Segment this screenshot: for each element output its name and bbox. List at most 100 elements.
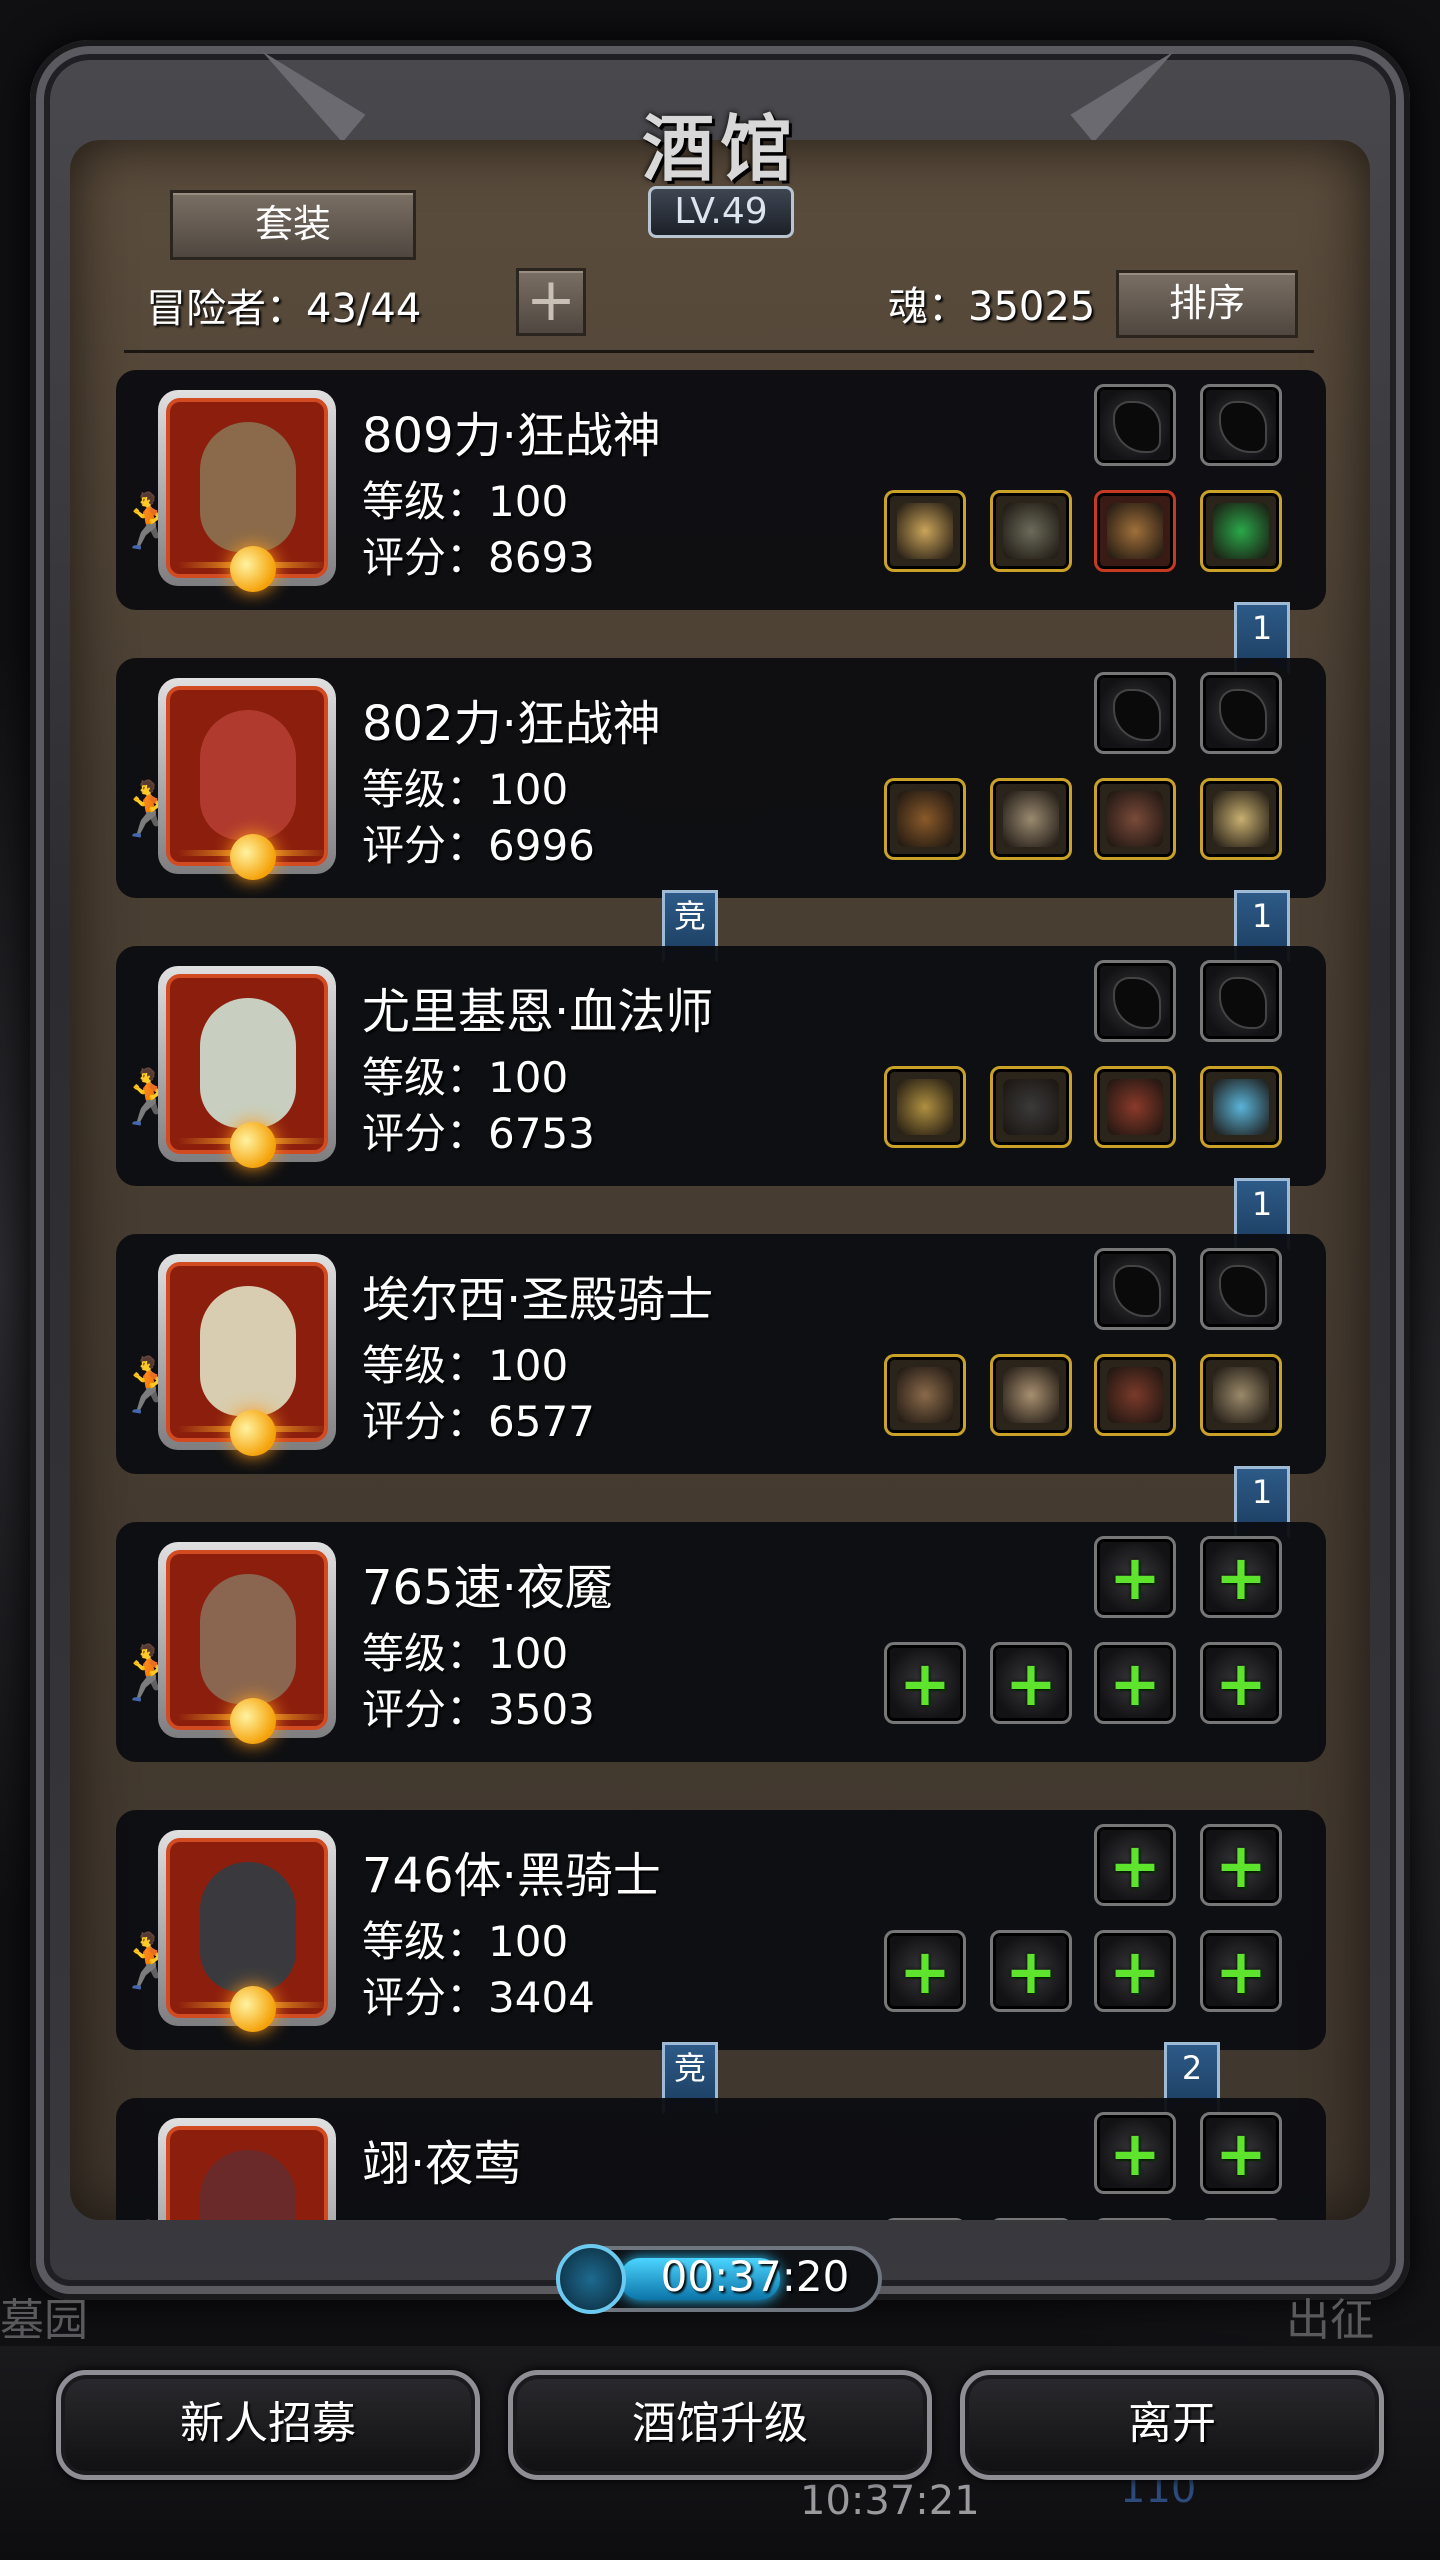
plus-icon: + — [1109, 2116, 1161, 2190]
hero-card[interactable]: 🏃 809力·狂战神 等级：100 评分：8693 — [116, 370, 1326, 610]
hero-name: 埃尔西·圣殿骑士 — [362, 1272, 714, 1328]
hero-card[interactable]: 🏃 746体·黑骑士 等级：100 评分：3404 + + + + + + — [116, 1810, 1326, 2050]
hero-score: 评分：8693 — [362, 533, 595, 582]
add-slot-button[interactable]: + — [516, 268, 586, 336]
add-equipment-slot[interactable]: + — [990, 2218, 1072, 2220]
plus-icon: + — [1109, 1540, 1161, 1614]
hero-portrait[interactable] — [158, 390, 336, 592]
add-accessory-slot[interactable]: + — [1200, 1536, 1282, 1618]
add-equipment-slot[interactable]: + — [884, 2218, 966, 2220]
equipment-slot[interactable] — [884, 778, 966, 860]
equipment-slot[interactable] — [1200, 778, 1282, 860]
equipment-icon — [1213, 791, 1269, 847]
equipment-icon — [1213, 1367, 1269, 1423]
divider — [124, 350, 1314, 353]
background-label-graveyard: 墓园 — [0, 2295, 88, 2346]
plus-icon: + — [1005, 1934, 1057, 2008]
hero-portrait[interactable] — [158, 678, 336, 880]
equipment-slot[interactable] — [1200, 1066, 1282, 1148]
recruit-button[interactable]: 新人招募 — [56, 2370, 480, 2480]
clock-icon — [556, 2244, 626, 2314]
hero-card[interactable]: 🏃 尤里基恩·血法师 等级：100 评分：6753 — [116, 946, 1326, 1186]
hero-face — [200, 1862, 296, 1992]
hero-name: 翊·夜莺 — [362, 2136, 522, 2192]
hero-name: 809力·狂战神 — [362, 408, 661, 464]
hero-level: 等级：100 — [362, 477, 569, 526]
add-accessory-slot[interactable]: + — [1200, 1824, 1282, 1906]
add-equipment-slot[interactable]: + — [884, 1930, 966, 2012]
equipment-slot[interactable] — [1200, 490, 1282, 572]
equipment-slot[interactable] — [1094, 490, 1176, 572]
hero-name: 765速·夜魇 — [362, 1560, 613, 1616]
hero-card[interactable]: 🏃 802力·狂战神 等级：100 评分：6996 — [116, 658, 1326, 898]
equipment-slot[interactable] — [990, 490, 1072, 572]
glove-icon — [1115, 979, 1159, 1027]
add-accessory-slot[interactable]: + — [1094, 1824, 1176, 1906]
equipment-slot[interactable] — [884, 1354, 966, 1436]
sort-button[interactable]: 排序 — [1116, 270, 1298, 338]
add-accessory-slot[interactable]: + — [1200, 2112, 1282, 2194]
add-equipment-slot[interactable]: + — [884, 1642, 966, 1724]
glove-slot[interactable] — [1200, 960, 1282, 1042]
equipment-slot[interactable] — [1200, 1354, 1282, 1436]
hero-score: 评分：6753 — [362, 1109, 595, 1158]
hero-name: 尤里基恩·血法师 — [362, 984, 714, 1040]
runner-icon: 🏃 — [116, 2218, 183, 2220]
add-equipment-slot[interactable]: + — [1200, 1930, 1282, 2012]
soul-count: 魂：35025 — [888, 284, 1096, 330]
glove-slot[interactable] — [1200, 1248, 1282, 1330]
equipment-icon — [1107, 1079, 1163, 1135]
glove-icon — [1221, 691, 1265, 739]
add-equipment-slot[interactable]: + — [1094, 1642, 1176, 1724]
add-equipment-slot[interactable]: + — [1094, 1930, 1176, 2012]
plus-icon: + — [1109, 1934, 1161, 2008]
plus-icon: + — [1215, 1646, 1267, 1720]
equipment-slot[interactable] — [884, 490, 966, 572]
hero-portrait[interactable] — [158, 1254, 336, 1456]
hero-portrait[interactable] — [158, 2118, 336, 2220]
hero-score: 评分：3503 — [362, 1685, 595, 1734]
equipment-icon — [897, 503, 953, 559]
glove-slot[interactable] — [1094, 672, 1176, 754]
equipment-slot[interactable] — [1094, 1066, 1176, 1148]
equipment-slot[interactable] — [990, 778, 1072, 860]
hero-list[interactable]: 🏃 809力·狂战神 等级：100 评分：8693 1 🏃 802力·狂战神 等… — [116, 370, 1326, 2220]
glove-icon — [1115, 403, 1159, 451]
plus-icon: + — [1215, 1828, 1267, 1902]
equipment-slot[interactable] — [1094, 778, 1176, 860]
equipment-slot[interactable] — [1094, 1354, 1176, 1436]
add-equipment-slot[interactable]: + — [990, 1642, 1072, 1724]
background-label-expedition: 出征 — [1286, 2295, 1374, 2346]
add-accessory-slot[interactable]: + — [1094, 1536, 1176, 1618]
add-equipment-slot[interactable]: + — [990, 1930, 1072, 2012]
glove-slot[interactable] — [1200, 384, 1282, 466]
add-equipment-slot[interactable]: + — [1094, 2218, 1176, 2220]
hero-level: 等级：100 — [362, 1341, 569, 1390]
leave-button[interactable]: 离开 — [960, 2370, 1384, 2480]
suit-button[interactable]: 套装 — [170, 190, 416, 260]
glove-icon — [1221, 403, 1265, 451]
moon-icon — [230, 1410, 276, 1456]
runner-icon: 🏃 — [116, 778, 184, 841]
hero-card[interactable]: 🏃 翊·夜莺 + + + + + + — [116, 2098, 1326, 2220]
glove-slot[interactable] — [1200, 672, 1282, 754]
add-equipment-slot[interactable]: + — [1200, 2218, 1282, 2220]
add-equipment-slot[interactable]: + — [1200, 1642, 1282, 1724]
plus-icon: + — [899, 1646, 951, 1720]
equipment-slot[interactable] — [990, 1354, 1072, 1436]
equipment-icon — [1003, 1367, 1059, 1423]
equipment-slot[interactable] — [884, 1066, 966, 1148]
hero-portrait[interactable] — [158, 966, 336, 1168]
hero-portrait[interactable] — [158, 1542, 336, 1744]
glove-slot[interactable] — [1094, 1248, 1176, 1330]
glove-slot[interactable] — [1094, 384, 1176, 466]
hero-card[interactable]: 🏃 765速·夜魇 等级：100 评分：3503 + + + + + + — [116, 1522, 1326, 1762]
glove-slot[interactable] — [1094, 960, 1176, 1042]
hero-portrait[interactable] — [158, 1830, 336, 2032]
upgrade-tavern-button[interactable]: 酒馆升级 — [508, 2370, 932, 2480]
add-accessory-slot[interactable]: + — [1094, 2112, 1176, 2194]
runner-icon: 🏃 — [116, 1930, 184, 1993]
hero-name: 746体·黑骑士 — [362, 1848, 661, 1904]
hero-card[interactable]: 🏃 埃尔西·圣殿骑士 等级：100 评分：6577 — [116, 1234, 1326, 1474]
equipment-slot[interactable] — [990, 1066, 1072, 1148]
